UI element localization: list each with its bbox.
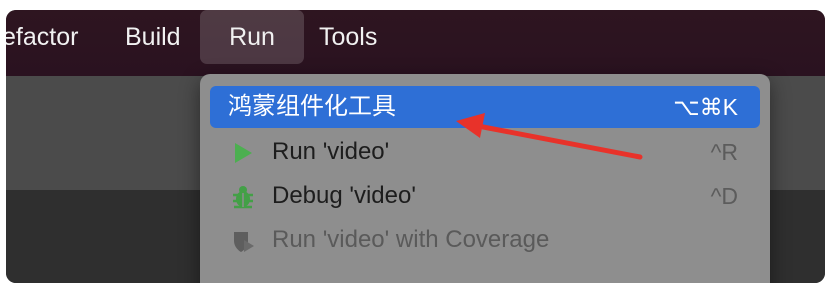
menu-item-label: Run 'video'	[272, 138, 390, 165]
run-menu-dropdown: 鸿蒙组件化工具 ⌥⌘K Run 'video' ^R Debug 'video'…	[200, 74, 770, 283]
menu-item-run-with-coverage[interactable]: Run 'video' with Coverage	[210, 219, 760, 261]
menu-refactor[interactable]: efactor	[6, 10, 78, 64]
menu-item-harmony-component-tool[interactable]: 鸿蒙组件化工具 ⌥⌘K	[210, 86, 760, 128]
menu-tools[interactable]: Tools	[319, 10, 377, 64]
menu-run[interactable]: Run	[200, 10, 304, 64]
menu-item-label: Run 'video' with Coverage	[272, 226, 550, 253]
menu-item-debug-video[interactable]: Debug 'video' ^D	[210, 175, 760, 217]
play-icon	[235, 143, 252, 163]
bug-icon	[233, 186, 253, 209]
menu-build[interactable]: Build	[125, 10, 181, 64]
app-window: efactor Build Run Tools 鸿蒙组件化工具 ⌥⌘K Run …	[6, 10, 825, 283]
menu-bar: efactor Build Run Tools	[6, 10, 825, 76]
menu-item-label: Debug 'video'	[272, 182, 416, 209]
coverage-shield-icon	[234, 232, 254, 252]
menu-item-run-video[interactable]: Run 'video' ^R	[210, 131, 760, 173]
shortcut-label: ^R	[710, 139, 738, 165]
shortcut-label: ⌥⌘K	[673, 94, 738, 120]
menu-item-label: 鸿蒙组件化工具	[228, 93, 396, 120]
shortcut-label: ^D	[710, 183, 738, 209]
